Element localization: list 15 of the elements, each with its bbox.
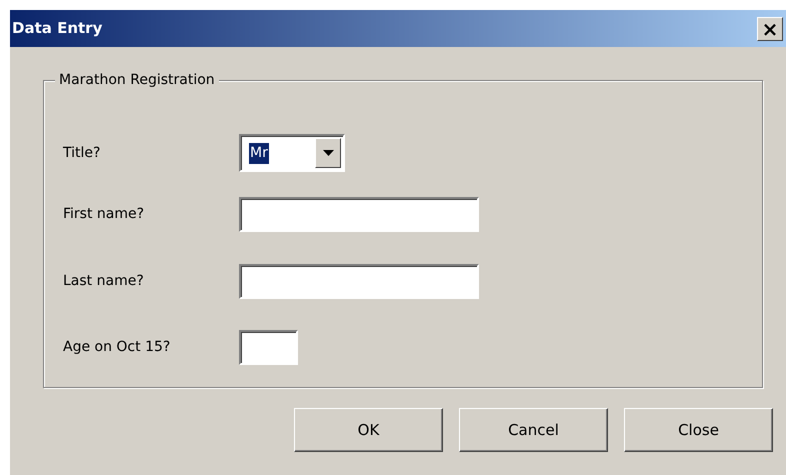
input-field[interactable] <box>239 330 298 365</box>
close-button[interactable]: × <box>757 16 783 40</box>
dropdown-button[interactable] <box>315 138 341 168</box>
field-label: First name? <box>63 205 146 224</box>
window-title: Data Entry <box>12 18 102 40</box>
input-field[interactable] <box>239 264 479 299</box>
field-label: Last name? <box>63 272 145 291</box>
dialog-button[interactable]: Cancel <box>459 408 608 452</box>
field-label: Title? <box>63 144 102 162</box>
dialog-button[interactable]: Close <box>624 408 773 452</box>
caret-icon <box>322 150 334 156</box>
title-dropdown[interactable]: Mr <box>239 134 345 172</box>
input-field[interactable] <box>239 197 479 232</box>
field-label: Age on Oct 15? <box>63 338 172 357</box>
dialog-button[interactable]: OK <box>294 408 443 452</box>
